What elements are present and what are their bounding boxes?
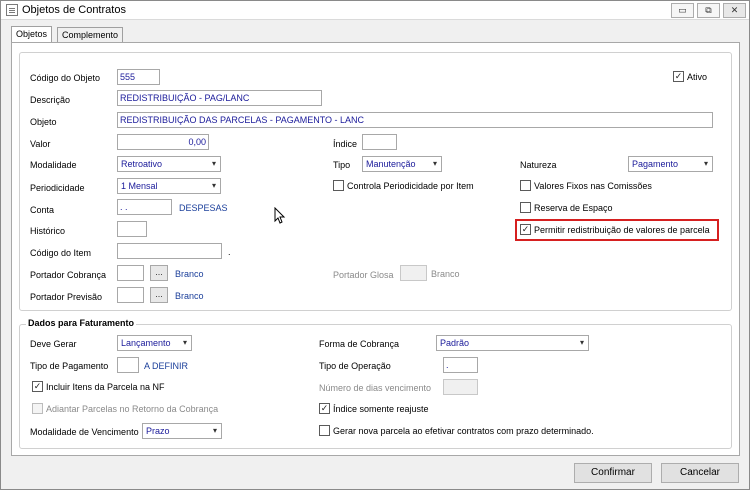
gerar-nova-parcela-label: Gerar nova parcela ao efetivar contratos… bbox=[333, 426, 594, 436]
portador-cobranca-description: Branco bbox=[175, 269, 204, 279]
forma-cobranca-label: Forma de Cobrança bbox=[319, 339, 400, 349]
portador-glosa-description: Branco bbox=[431, 269, 460, 279]
historico-input[interactable] bbox=[117, 221, 147, 237]
conta-input[interactable]: . . bbox=[117, 199, 172, 215]
periodicidade-value: 1 Mensal bbox=[121, 181, 158, 191]
indice-reajuste-checkbox[interactable]: ✓ bbox=[319, 403, 330, 414]
window-title: Objetos de Contratos bbox=[22, 4, 126, 16]
permitir-redistribuicao-checkbox[interactable]: ✓ bbox=[520, 224, 531, 235]
tipo-label: Tipo bbox=[333, 160, 351, 170]
conta-description: DESPESAS bbox=[179, 203, 228, 213]
deve-gerar-label: Deve Gerar bbox=[30, 339, 77, 349]
app-icon bbox=[6, 4, 18, 16]
codigo-item-label: Código do Item bbox=[30, 248, 92, 258]
modalidade-label: Modalidade bbox=[30, 160, 77, 170]
tipo-operacao-input[interactable]: . bbox=[443, 357, 478, 373]
mouse-cursor-icon bbox=[274, 207, 286, 224]
chevron-down-icon: ▾ bbox=[212, 426, 217, 435]
forma-cobranca-select[interactable]: Padrão ▾ bbox=[436, 335, 589, 351]
tipo-pagamento-input[interactable] bbox=[117, 357, 139, 373]
tipo-value: Manutenção bbox=[366, 159, 416, 169]
codigo-objeto-label: Código do Objeto bbox=[30, 73, 101, 83]
adiantar-parcelas-label: Adiantar Parcelas no Retorno da Cobrança bbox=[46, 404, 219, 414]
title-bar: Objetos de Contratos ▭ ⧉ ✕ bbox=[1, 1, 749, 20]
natureza-value: Pagamento bbox=[632, 159, 679, 169]
objeto-label: Objeto bbox=[30, 117, 57, 127]
natureza-label: Natureza bbox=[520, 160, 557, 170]
tipo-pagamento-label: Tipo de Pagamento bbox=[30, 361, 109, 371]
chevron-down-icon: ▾ bbox=[211, 159, 216, 168]
codigo-objeto-input[interactable]: 555 bbox=[117, 69, 160, 85]
portador-cobranca-label: Portador Cobrança bbox=[30, 270, 107, 280]
permitir-redistribuicao-label: Permitir redistribuição de valores de pa… bbox=[534, 225, 710, 235]
chevron-down-icon: ▾ bbox=[579, 338, 584, 347]
modalidade-value: Retroativo bbox=[121, 159, 163, 169]
chevron-down-icon: ▾ bbox=[703, 159, 708, 168]
reserva-espaco-checkbox[interactable] bbox=[520, 202, 531, 213]
faturamento-title: Dados para Faturamento bbox=[26, 318, 137, 328]
ativo-checkbox[interactable]: ✓ bbox=[673, 71, 684, 82]
portador-glosa-input bbox=[400, 265, 427, 281]
close-button[interactable]: ✕ bbox=[723, 3, 746, 18]
numero-dias-input bbox=[443, 379, 478, 395]
periodicidade-label: Periodicidade bbox=[30, 183, 85, 193]
modalidade-vencimento-value: Prazo bbox=[146, 426, 170, 436]
modalidade-vencimento-select[interactable]: Prazo ▾ bbox=[142, 423, 222, 439]
conta-label: Conta bbox=[30, 205, 55, 215]
window: Objetos de Contratos ▭ ⧉ ✕ Objetos Compl… bbox=[0, 0, 750, 490]
descricao-input[interactable]: REDISTRIBUIÇÃO - PAG/LANC bbox=[117, 90, 322, 106]
cancelar-button[interactable]: Cancelar bbox=[661, 463, 739, 483]
periodicidade-select[interactable]: 1 Mensal ▾ bbox=[117, 178, 221, 194]
restore-button[interactable]: ⧉ bbox=[697, 3, 720, 18]
deve-gerar-select[interactable]: Lançamento ▾ bbox=[117, 335, 192, 351]
tab-objetos[interactable]: Objetos bbox=[11, 26, 53, 43]
numero-dias-label: Número de dias vencimento bbox=[319, 383, 432, 393]
portador-previsao-description: Branco bbox=[175, 291, 204, 301]
codigo-item-suffix: . bbox=[228, 247, 231, 257]
codigo-item-input[interactable] bbox=[117, 243, 222, 259]
valores-fixos-label: Valores Fixos nas Comissões bbox=[534, 181, 652, 191]
portador-cobranca-input[interactable] bbox=[117, 265, 144, 281]
faturamento-group: Dados para Faturamento Deve Gerar Lançam… bbox=[19, 318, 732, 449]
objeto-group: Código do Objeto 555 ✓ Ativo Descrição R… bbox=[19, 52, 732, 311]
portador-previsao-lookup-button[interactable]: ... bbox=[150, 287, 168, 303]
forma-cobranca-value: Padrão bbox=[440, 338, 470, 348]
natureza-select[interactable]: Pagamento ▾ bbox=[628, 156, 713, 172]
valor-input[interactable]: 0,00 bbox=[117, 134, 209, 150]
objeto-input[interactable]: REDISTRIBUIÇÃO DAS PARCELAS - PAGAMENTO … bbox=[117, 112, 713, 128]
minimize-button[interactable]: ▭ bbox=[671, 3, 694, 18]
indice-reajuste-label: Índice somente reajuste bbox=[333, 404, 429, 414]
gerar-nova-parcela-checkbox[interactable] bbox=[319, 425, 330, 436]
valor-label: Valor bbox=[30, 139, 51, 149]
ativo-label: Ativo bbox=[687, 72, 708, 82]
tipo-operacao-label: Tipo de Operação bbox=[319, 361, 391, 371]
controla-periodicidade-checkbox[interactable] bbox=[333, 180, 344, 191]
modalidade-select[interactable]: Retroativo ▾ bbox=[117, 156, 221, 172]
chevron-down-icon: ▾ bbox=[432, 159, 437, 168]
descricao-label: Descrição bbox=[30, 95, 71, 105]
tab-complemento[interactable]: Complemento bbox=[57, 27, 124, 43]
incluir-itens-checkbox[interactable]: ✓ bbox=[32, 381, 43, 392]
controla-periodicidade-label: Controla Periodicidade por Item bbox=[347, 181, 474, 191]
tipo-select[interactable]: Manutenção ▾ bbox=[362, 156, 442, 172]
chevron-down-icon: ▾ bbox=[211, 181, 216, 190]
portador-cobranca-lookup-button[interactable]: ... bbox=[150, 265, 168, 281]
confirmar-button[interactable]: Confirmar bbox=[574, 463, 652, 483]
incluir-itens-label: Incluir Itens da Parcela na NF bbox=[46, 382, 165, 392]
portador-previsao-label: Portador Previsão bbox=[30, 292, 103, 302]
objetos-panel: Código do Objeto 555 ✓ Ativo Descrição R… bbox=[11, 42, 740, 456]
indice-input[interactable] bbox=[362, 134, 397, 150]
indice-label: Índice bbox=[333, 139, 358, 149]
chevron-down-icon: ▾ bbox=[182, 338, 187, 347]
tipo-pagamento-description: A DEFINIR bbox=[144, 361, 189, 371]
adiantar-parcelas-checkbox bbox=[32, 403, 43, 414]
portador-glosa-label: Portador Glosa bbox=[333, 270, 394, 280]
modalidade-vencimento-label: Modalidade de Vencimento bbox=[30, 427, 139, 437]
valores-fixos-checkbox[interactable] bbox=[520, 180, 531, 191]
deve-gerar-value: Lançamento bbox=[121, 338, 171, 348]
reserva-espaco-label: Reserva de Espaço bbox=[534, 203, 613, 213]
historico-label: Histórico bbox=[30, 226, 66, 236]
portador-previsao-input[interactable] bbox=[117, 287, 144, 303]
